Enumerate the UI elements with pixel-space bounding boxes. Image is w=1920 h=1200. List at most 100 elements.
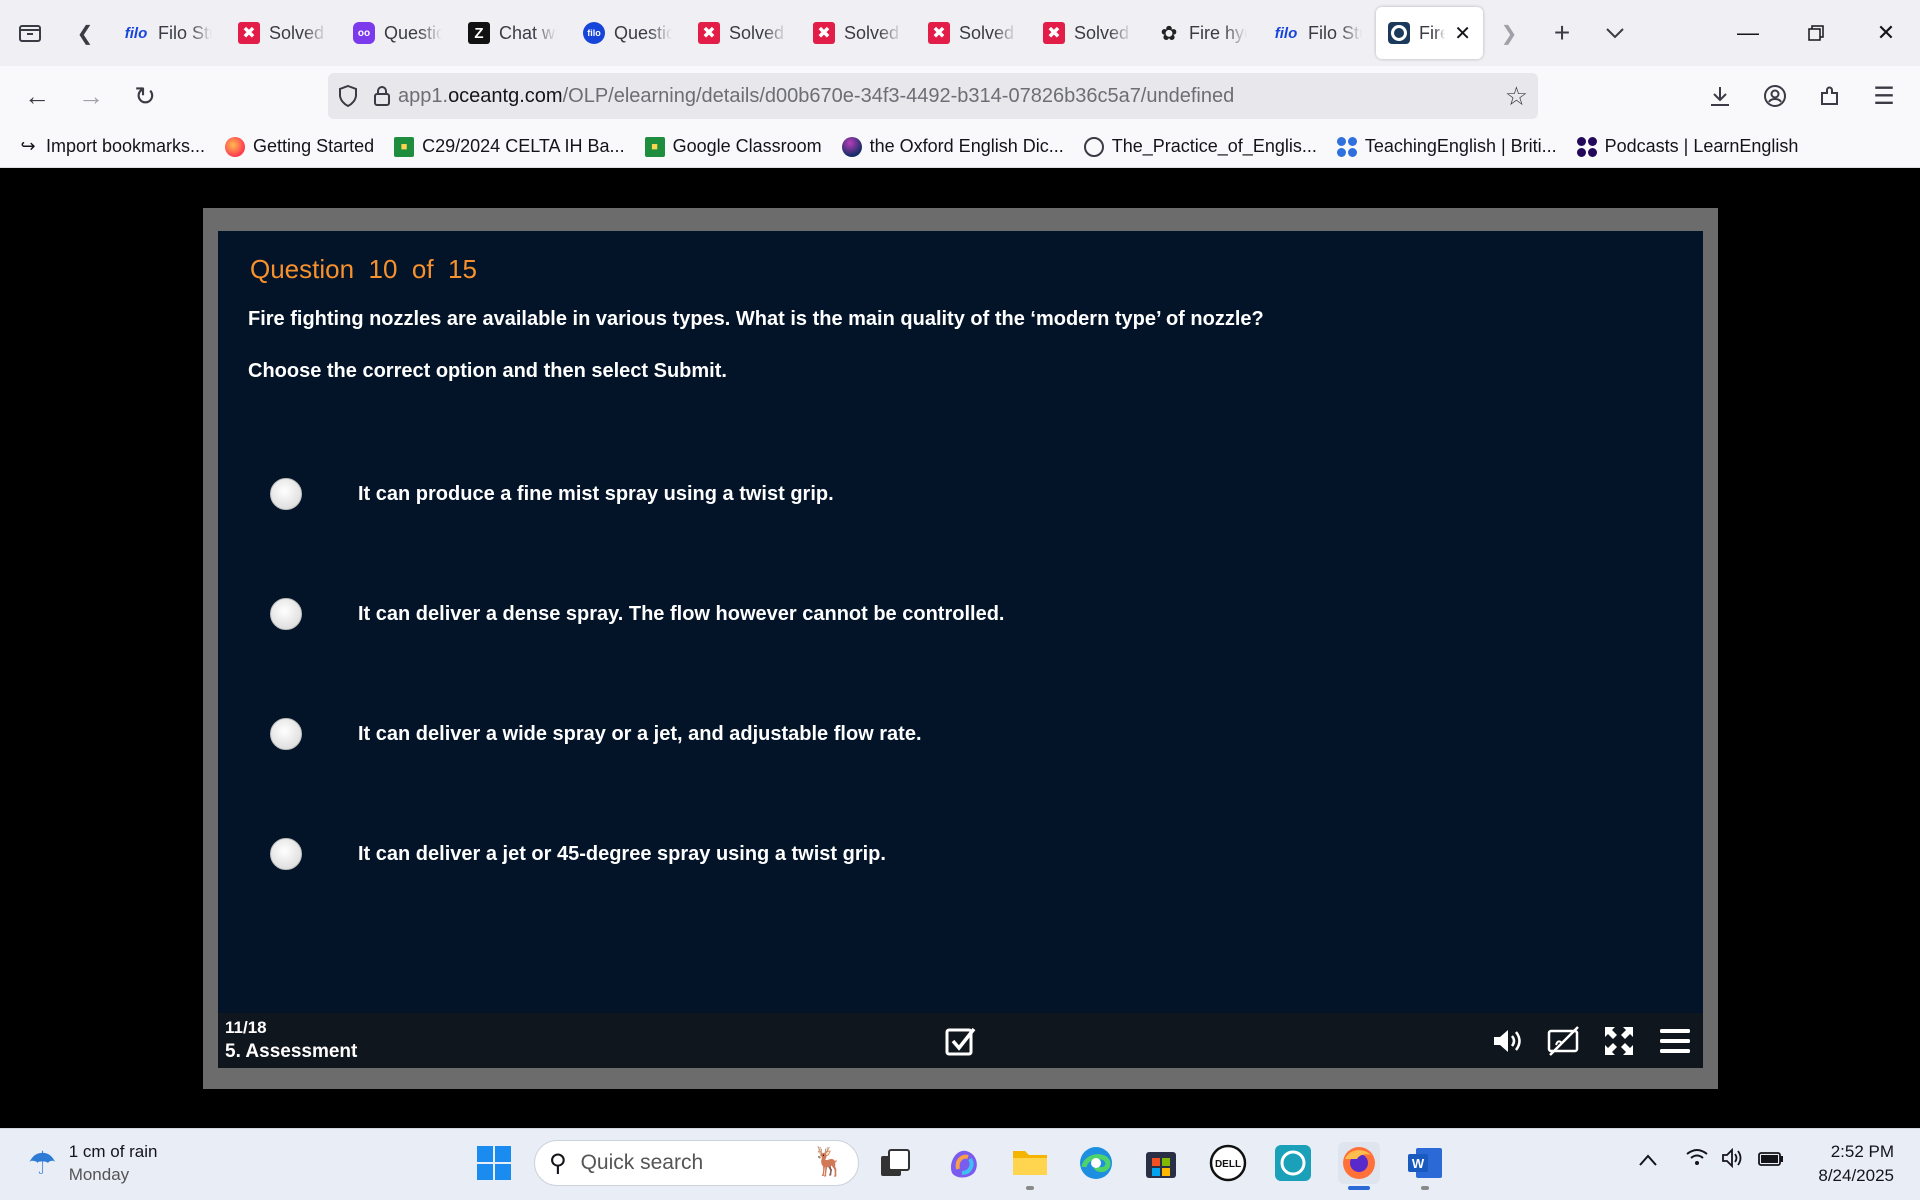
restore-icon[interactable]	[1782, 0, 1850, 66]
british-council-icon	[1336, 136, 1357, 157]
word-icon[interactable]: W	[1404, 1142, 1446, 1184]
copilot-icon[interactable]	[943, 1142, 985, 1184]
bookmark-google-classroom[interactable]: ■ Google Classroom	[644, 136, 822, 157]
show-hidden-icons-icon[interactable]	[1638, 1150, 1658, 1173]
tab-strip: ❮ filo Filo Student ✖ Solved oo Question ZC…	[0, 0, 1920, 66]
windows-start-icon[interactable]	[473, 1142, 515, 1184]
close-tab-icon[interactable]: ✕	[1454, 21, 1471, 46]
close-window-icon[interactable]: ✕	[1852, 0, 1920, 66]
search-highlight-deer-icon: 🦌	[811, 1146, 846, 1177]
lock-icon[interactable]	[368, 86, 396, 106]
navigation-bar: ← → ↻ app1.oceantg.com/OLP/elearning/det…	[0, 66, 1920, 126]
task-view-icon[interactable]	[874, 1142, 916, 1184]
radio-button[interactable]	[270, 478, 302, 510]
tracking-shield-icon[interactable]	[328, 85, 368, 107]
tab-fire-hydrant[interactable]: ✿ Fire hydrant	[1146, 7, 1259, 59]
bookmark-podcasts[interactable]: Podcasts | LearnEnglish	[1576, 136, 1799, 157]
bookmark-label: Google Classroom	[672, 136, 822, 156]
scroll-tabs-left-icon[interactable]: ❮	[60, 11, 110, 55]
submit-checkbox-icon[interactable]	[942, 1023, 980, 1059]
bookmark-label: Import bookmarks...	[46, 136, 206, 156]
tab-label: Fire hydrant	[1189, 22, 1247, 43]
tab-label: Question	[614, 22, 672, 43]
tab-solved[interactable]: ✖ Solved	[801, 7, 914, 59]
radio-button[interactable]	[270, 838, 302, 870]
tab-solved[interactable]: ✖ Solved	[1031, 7, 1144, 59]
radio-button[interactable]	[270, 598, 302, 630]
extensions-icon[interactable]	[1808, 74, 1852, 118]
tab-label: Solved	[729, 22, 785, 43]
new-tab-icon[interactable]: +	[1534, 11, 1590, 55]
filo-icon: filo	[124, 24, 148, 42]
menu-icon[interactable]: ☰	[1862, 74, 1906, 118]
answer-option-label[interactable]: It can deliver a jet or 45-degree spray …	[358, 843, 886, 866]
tab-label: Filo Student	[158, 22, 212, 43]
dell-icon[interactable]: DELL	[1207, 1142, 1249, 1184]
question-text: Fire fighting nozzles are available in v…	[248, 308, 1264, 330]
list-all-tabs-icon[interactable]	[1590, 11, 1640, 55]
bookmark-getting-started[interactable]: Getting Started	[225, 136, 374, 157]
clock[interactable]: 2:52 PM 8/24/2025	[1818, 1140, 1894, 1188]
edge-icon[interactable]	[1075, 1142, 1117, 1184]
firefox-icon	[225, 136, 246, 157]
tab-solved[interactable]: ✖ Solved	[686, 7, 799, 59]
tab-solved[interactable]: ✖ Solved	[916, 7, 1029, 59]
volume-icon[interactable]	[1722, 1147, 1744, 1174]
tab-chat[interactable]: Z Chat with	[456, 7, 569, 59]
answer-option-1[interactable]: It can produce a fine mist spray using a…	[270, 474, 834, 514]
scroll-tabs-right-icon[interactable]: ❯	[1484, 11, 1534, 55]
answer-option-2[interactable]: It can deliver a dense spray. The flow h…	[270, 594, 1004, 634]
weather-widget[interactable]: ☂ 1 cm of rain Monday	[28, 1140, 158, 1186]
answer-option-3[interactable]: It can deliver a wide spray or a jet, an…	[270, 714, 922, 754]
bookmark-oxford[interactable]: the Oxford English Dic...	[841, 136, 1064, 157]
forward-icon[interactable]: →	[64, 74, 118, 118]
tab-filo-student[interactable]: filo Filo Student	[111, 7, 224, 59]
url-text[interactable]: app1.oceantg.com/OLP/elearning/details/d…	[398, 85, 1234, 108]
alexa-icon[interactable]	[1272, 1142, 1314, 1184]
import-icon: ↪	[20, 136, 36, 156]
firefox-icon[interactable]	[1338, 1142, 1380, 1184]
bookmark-label: TeachingEnglish | Briti...	[1364, 136, 1557, 156]
answer-option-label[interactable]: It can deliver a dense spray. The flow h…	[358, 603, 1004, 626]
clock-time: 2:52 PM	[1830, 1142, 1894, 1161]
file-explorer-icon[interactable]	[1009, 1142, 1051, 1184]
taskbar-search[interactable]: ⚲ Quick search 🦌	[534, 1140, 859, 1186]
running-indicator	[1026, 1186, 1034, 1190]
answer-option-label[interactable]: It can produce a fine mist spray using a…	[358, 483, 834, 506]
clock-date: 8/24/2025	[1818, 1166, 1894, 1185]
question-number: Question 10 of 15	[250, 254, 477, 284]
bookmark-import[interactable]: ↪ Import bookmarks...	[18, 136, 205, 157]
tab-filo-student[interactable]: filo Filo Student	[1261, 7, 1374, 59]
account-icon[interactable]	[1753, 74, 1797, 118]
bookmark-practice-english[interactable]: The_Practice_of_Englis...	[1083, 136, 1317, 157]
back-icon[interactable]: ←	[10, 74, 64, 118]
minimize-icon[interactable]: —	[1714, 0, 1782, 66]
solvely-icon: ✖	[238, 22, 260, 44]
battery-icon[interactable]	[1758, 1148, 1784, 1174]
captions-off-icon[interactable]	[1545, 1023, 1583, 1059]
bookmarks-bar: ↪ Import bookmarks... Getting Started ■ C2…	[0, 126, 1920, 168]
question-ai-icon: oo	[353, 22, 375, 44]
microsoft-store-icon[interactable]	[1140, 1142, 1182, 1184]
menu-icon[interactable]	[1656, 1023, 1694, 1059]
tab-solved[interactable]: ✖ Solved	[226, 7, 339, 59]
answer-option-label[interactable]: It can deliver a wide spray or a jet, an…	[358, 723, 922, 746]
tab-fire-active[interactable]: Fire ✕	[1376, 7, 1483, 59]
openai-icon: ✿	[1160, 22, 1178, 45]
answer-option-4[interactable]: It can deliver a jet or 45-degree spray …	[270, 834, 886, 874]
bookmark-celta[interactable]: ■ C29/2024 CELTA IH Ba...	[394, 136, 625, 157]
volume-icon[interactable]	[1490, 1023, 1528, 1059]
wifi-icon[interactable]	[1686, 1148, 1708, 1172]
bookmark-label: Podcasts | LearnEnglish	[1604, 136, 1799, 156]
url-bar[interactable]: app1.oceantg.com/OLP/elearning/details/d…	[328, 73, 1538, 119]
tab-overview-icon[interactable]	[0, 11, 60, 55]
globe-icon	[1083, 136, 1104, 157]
bookmark-star-icon[interactable]: ☆	[1505, 81, 1528, 112]
reload-icon[interactable]: ↻	[118, 74, 172, 118]
tab-question-filo[interactable]: filo Question	[571, 7, 684, 59]
radio-button[interactable]	[270, 718, 302, 750]
fullscreen-icon[interactable]	[1600, 1023, 1638, 1059]
bookmark-teaching-english[interactable]: TeachingEnglish | Briti...	[1336, 136, 1557, 157]
downloads-icon[interactable]	[1698, 74, 1742, 118]
tab-question[interactable]: oo Question	[341, 7, 454, 59]
